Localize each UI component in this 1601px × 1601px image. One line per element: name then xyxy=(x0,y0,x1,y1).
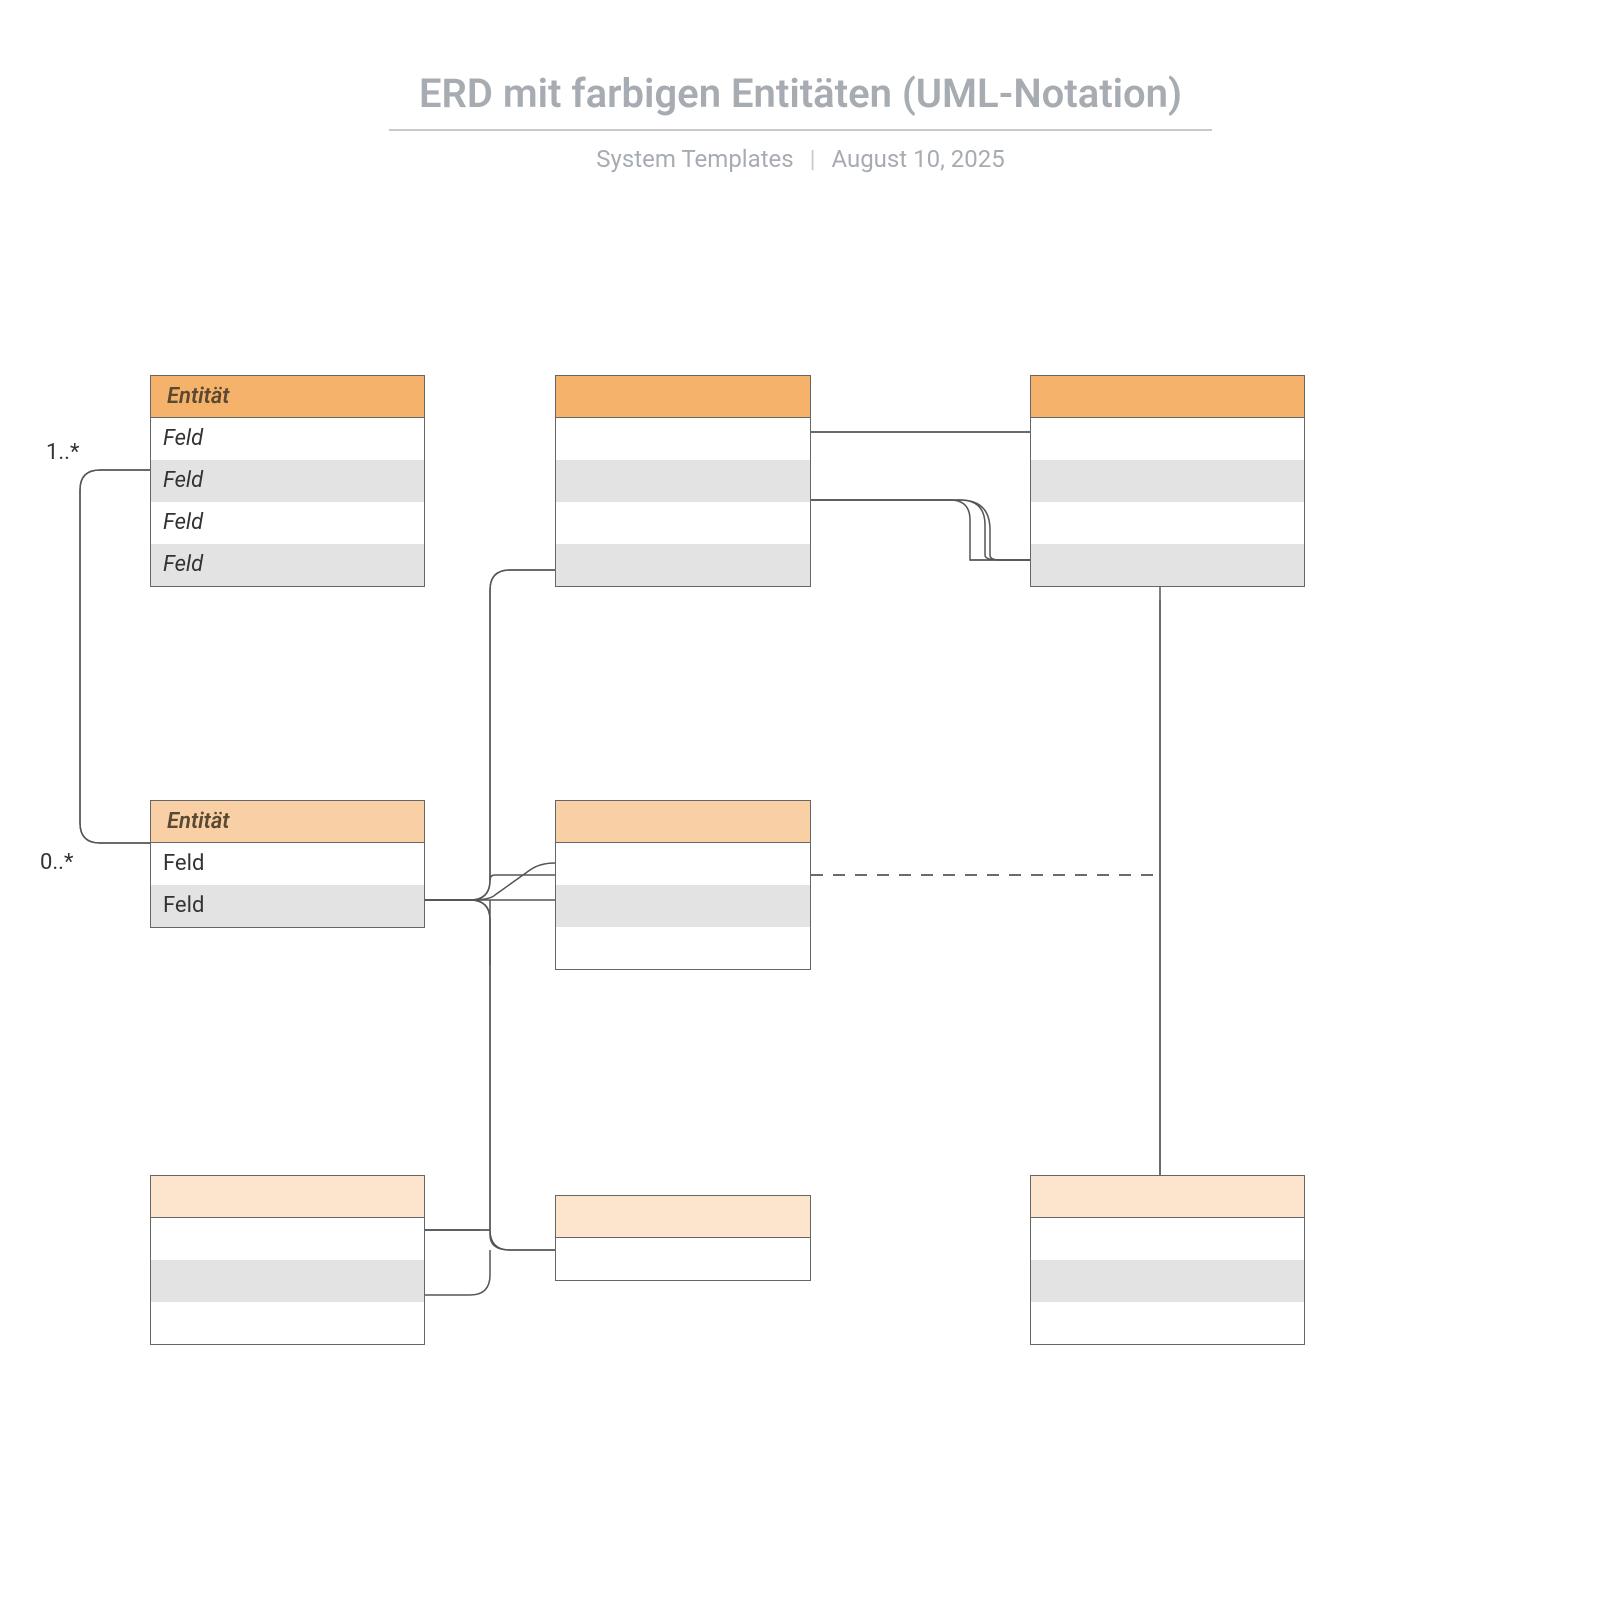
subtitle-separator: | xyxy=(810,145,816,173)
entity-e6-field-0 xyxy=(151,1218,424,1260)
entity-e4-field-1 xyxy=(1031,460,1304,502)
entity-e4[interactable] xyxy=(1030,375,1305,587)
entity-e2-header: Entität xyxy=(151,801,424,843)
connector-e2-e7 xyxy=(425,900,555,1250)
entity-e8-header xyxy=(1031,1176,1304,1218)
entity-e6-field-1 xyxy=(151,1260,424,1302)
entity-e7-header xyxy=(556,1196,810,1238)
entity-e3-field-2 xyxy=(556,502,810,544)
entity-e2-field-1: Feld xyxy=(151,885,424,927)
entity-e2-field-0: Feld xyxy=(151,843,424,885)
entity-e6-header xyxy=(151,1176,424,1218)
entity-e1-header: Entität xyxy=(151,376,424,418)
entity-e1[interactable]: Entität Feld Feld Feld Feld xyxy=(150,375,425,587)
entity-e3-field-0 xyxy=(556,418,810,460)
connector-e1-e2-self xyxy=(80,470,150,843)
entity-e4-header xyxy=(1031,376,1304,418)
connector-e2-e5 xyxy=(425,863,555,900)
cardinality-bottom: 0..* xyxy=(40,850,73,875)
entity-e6[interactable] xyxy=(150,1175,425,1345)
entity-e2[interactable]: Entität Feld Feld xyxy=(150,800,425,928)
cardinality-top: 1..* xyxy=(46,440,79,465)
entity-e1-field-2: Feld xyxy=(151,502,424,544)
subtitle-left: System Templates xyxy=(596,145,793,173)
page-subtitle: System Templates | August 10, 2025 xyxy=(0,145,1601,173)
entity-e1-field-3: Feld xyxy=(151,544,424,586)
subtitle-right: August 10, 2025 xyxy=(831,145,1004,173)
entity-e8-field-1 xyxy=(1031,1260,1304,1302)
entity-e7[interactable] xyxy=(555,1195,811,1281)
entity-e3[interactable] xyxy=(555,375,811,587)
page-header: ERD mit farbigen Entitäten (UML-Notation… xyxy=(0,70,1601,173)
entity-e1-field-0: Feld xyxy=(151,418,424,460)
entity-e3-field-3 xyxy=(556,544,810,586)
entity-e5-header xyxy=(556,801,810,843)
entity-e3-header xyxy=(556,376,810,418)
entity-e6-field-2 xyxy=(151,1302,424,1344)
entity-e5-field-0 xyxy=(556,843,810,885)
entity-e3-field-1 xyxy=(556,460,810,502)
page-title: ERD mit farbigen Entitäten (UML-Notation… xyxy=(419,70,1182,123)
entity-e5-field-2 xyxy=(556,927,810,969)
entity-e8[interactable] xyxy=(1030,1175,1305,1345)
entity-e8-field-0 xyxy=(1031,1218,1304,1260)
entity-e7-field-0 xyxy=(556,1238,810,1280)
entity-e4-field-2 xyxy=(1031,502,1304,544)
entity-e5[interactable] xyxy=(555,800,811,970)
connector-e2-e3 xyxy=(425,570,555,900)
entity-e8-field-2 xyxy=(1031,1302,1304,1344)
entity-e4-field-0 xyxy=(1031,418,1304,460)
diagram-page: ERD mit farbigen Entitäten (UML-Notation… xyxy=(0,0,1601,1601)
entity-e1-field-1: Feld xyxy=(151,460,424,502)
entity-e4-field-3 xyxy=(1031,544,1304,586)
entity-e5-field-1 xyxy=(556,885,810,927)
